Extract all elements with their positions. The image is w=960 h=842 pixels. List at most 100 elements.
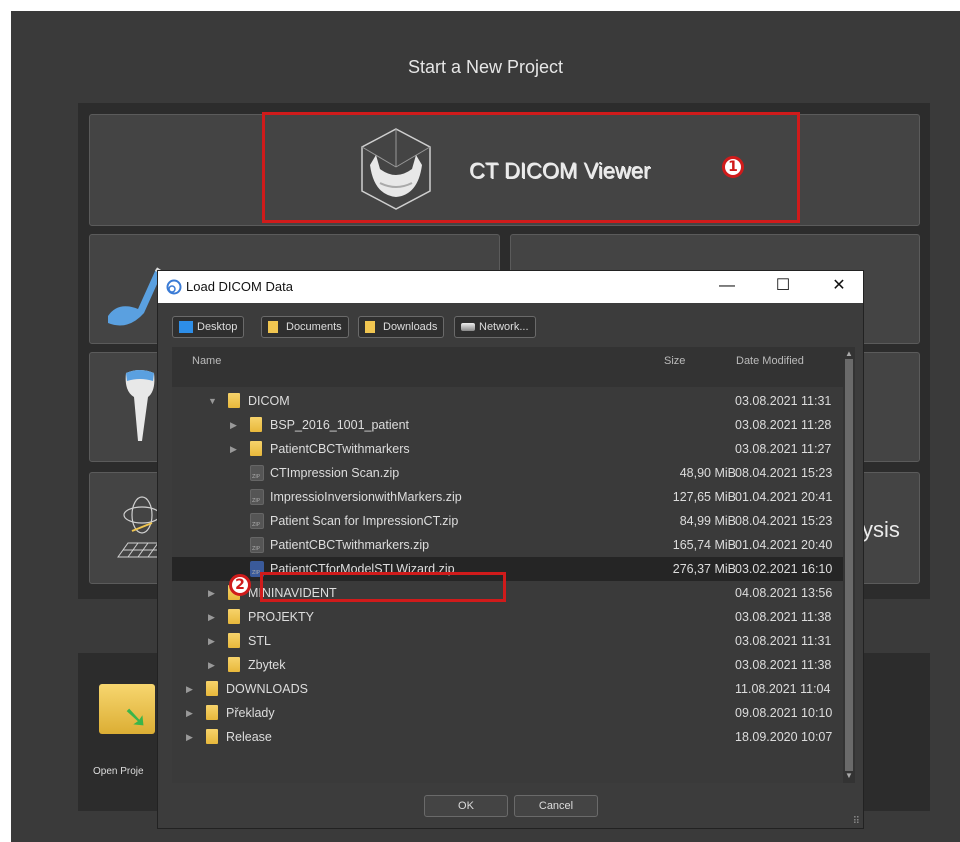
row-name: PatientCBCTwithmarkers.zip xyxy=(270,538,430,552)
row-date: 03.08.2021 11:31 xyxy=(735,634,832,648)
collapsed-arrow-icon[interactable]: ▶ xyxy=(186,684,193,695)
row-date: 01.04.2021 20:41 xyxy=(735,490,833,504)
row-name: Patient Scan for ImpressionCT.zip xyxy=(270,514,459,528)
folder-icon xyxy=(206,729,218,744)
column-size[interactable]: Size xyxy=(664,355,685,367)
row-name: CTImpression Scan.zip xyxy=(270,466,400,480)
expanded-arrow-icon[interactable]: ▼ xyxy=(208,396,217,406)
selected-file-highlight-box xyxy=(260,572,506,602)
collapsed-arrow-icon[interactable]: ▶ xyxy=(208,612,215,623)
row-size: 84,99 MiB xyxy=(679,514,736,528)
row-name: DOWNLOADS xyxy=(226,682,308,696)
open-project-label: Open Proje xyxy=(93,766,144,777)
row-date: 11.08.2021 11:04 xyxy=(735,682,831,696)
row-date: 03.08.2021 11:27 xyxy=(735,442,832,456)
file-row[interactable]: PatientCBCTwithmarkers.zip 165,74 MiB01.0… xyxy=(172,533,853,557)
row-date: 03.08.2021 11:38 xyxy=(735,658,832,672)
network-button[interactable]: Network... xyxy=(454,316,536,338)
maximize-button[interactable]: ☐ xyxy=(760,271,806,303)
scrollbar-thumb[interactable] xyxy=(845,359,853,771)
column-date[interactable]: Date Modified xyxy=(736,355,804,367)
desktop-button[interactable]: Desktop xyxy=(172,316,245,338)
row-name: Release xyxy=(226,730,272,744)
downloads-label: Downloads xyxy=(383,321,438,333)
folder-icon xyxy=(206,681,218,696)
scroll-up-icon[interactable]: ▲ xyxy=(845,349,853,358)
folder-row[interactable]: ▼ DICOM 03.08.2021 11:31 xyxy=(172,389,853,413)
row-date: 03.08.2021 11:28 xyxy=(735,418,832,432)
collapsed-arrow-icon[interactable]: ▶ xyxy=(208,588,215,599)
folder-icon xyxy=(228,657,240,672)
row-date: 04.08.2021 13:56 xyxy=(735,586,833,600)
zip-file-icon xyxy=(250,489,264,505)
collapsed-arrow-icon[interactable]: ▶ xyxy=(208,636,215,647)
row-date: 03.08.2021 11:31 xyxy=(735,394,832,408)
row-name: PROJEKTY xyxy=(248,610,314,624)
row-size: 127,65 MiB xyxy=(672,490,736,504)
row-size: 48,90 MiB xyxy=(679,466,736,480)
collapsed-arrow-icon[interactable]: ▶ xyxy=(230,420,237,431)
app-logo-icon xyxy=(166,279,182,295)
file-row[interactable]: ImpressioInversionwithMarkers.zip 127,65 … xyxy=(172,485,853,509)
folder-row[interactable]: ▶ Překlady 09.08.2021 10:10 xyxy=(172,701,853,725)
row-name: STL xyxy=(248,634,271,648)
folder-icon xyxy=(250,441,262,456)
dialog-titlebar[interactable]: Load DICOM Data — ☐ ✕ xyxy=(158,271,863,303)
page-title: Start a New Project xyxy=(407,57,564,77)
row-date: 08.04.2021 15:23 xyxy=(735,514,833,528)
analysis-tile-label: ysis xyxy=(862,517,900,542)
cancel-button[interactable]: Cancel xyxy=(514,795,598,817)
file-list-header: Name Size Date Modified xyxy=(172,347,853,387)
resize-grip-icon[interactable]: ⠿ xyxy=(853,816,860,827)
collapsed-arrow-icon[interactable]: ▶ xyxy=(208,660,215,671)
dialog-title: Load DICOM Data xyxy=(186,279,293,294)
row-name: Zbytek xyxy=(248,658,286,672)
desktop-icon xyxy=(179,321,193,333)
row-date: 18.09.2020 10:07 xyxy=(735,730,833,744)
file-row[interactable]: CTImpression Scan.zip 48,90 MiB08.04.2021… xyxy=(172,461,853,485)
row-name: PatientCBCTwithmarkers xyxy=(270,442,410,456)
zip-file-icon xyxy=(250,465,264,481)
folder-icon xyxy=(268,321,278,333)
folder-icon xyxy=(228,393,240,408)
close-button[interactable]: ✕ xyxy=(816,271,862,303)
row-date: 09.08.2021 10:10 xyxy=(735,706,833,720)
network-label: Network... xyxy=(479,321,529,333)
folder-row[interactable]: ▶ Zbytek 03.08.2021 11:38 xyxy=(172,653,853,677)
row-name: Překlady xyxy=(226,706,275,720)
scroll-down-icon[interactable]: ▼ xyxy=(845,771,853,780)
network-icon xyxy=(461,323,475,331)
folder-row[interactable]: ▶ Release 18.09.2020 10:07 xyxy=(172,725,853,749)
row-date: 03.08.2021 11:38 xyxy=(735,610,832,624)
file-list-scrollbar[interactable]: ▲ ▼ xyxy=(843,347,855,783)
collapsed-arrow-icon[interactable]: ▶ xyxy=(186,732,193,743)
collapsed-arrow-icon[interactable]: ▶ xyxy=(186,708,193,719)
ct-dicom-viewer-title: CT DICOM Viewer xyxy=(469,158,651,183)
folder-row[interactable]: ▶ DOWNLOADS 11.08.2021 11:04 xyxy=(172,677,853,701)
row-name: BSP_2016_1001_patient xyxy=(270,418,410,432)
folder-row[interactable]: ▶ STL 03.08.2021 11:31 xyxy=(172,629,853,653)
column-name[interactable]: Name xyxy=(192,355,221,367)
row-date: 08.04.2021 15:23 xyxy=(735,466,833,480)
documents-button[interactable]: Documents xyxy=(261,316,349,338)
ok-button[interactable]: OK xyxy=(424,795,508,817)
step-badge-2: 2 xyxy=(229,574,251,596)
row-name: DICOM xyxy=(248,394,290,408)
file-row[interactable]: Patient Scan for ImpressionCT.zip 84,99 M… xyxy=(172,509,853,533)
zip-file-icon xyxy=(250,513,264,529)
tooth-icon xyxy=(125,370,155,441)
row-name: ImpressioInversionwithMarkers.zip xyxy=(270,490,462,504)
zip-file-icon xyxy=(250,537,264,553)
collapsed-arrow-icon[interactable]: ▶ xyxy=(230,444,237,455)
documents-label: Documents xyxy=(286,321,342,333)
minimize-button[interactable]: — xyxy=(704,271,750,303)
folder-row[interactable]: ▶ BSP_2016_1001_patient 03.08.2021 11:28 xyxy=(172,413,853,437)
open-folder-icon: ➘ xyxy=(99,678,159,736)
downloads-button[interactable]: Downloads xyxy=(358,316,445,338)
folder-row[interactable]: ▶ PROJEKTY 03.08.2021 11:38 xyxy=(172,605,853,629)
step-badge-1: 1 xyxy=(722,156,744,178)
folder-row[interactable]: ▶ PatientCBCTwithmarkers 03.08.2021 11:27 xyxy=(172,437,853,461)
folder-icon xyxy=(228,609,240,624)
folder-icon xyxy=(250,417,262,432)
row-size: 276,37 MiB xyxy=(672,562,736,576)
